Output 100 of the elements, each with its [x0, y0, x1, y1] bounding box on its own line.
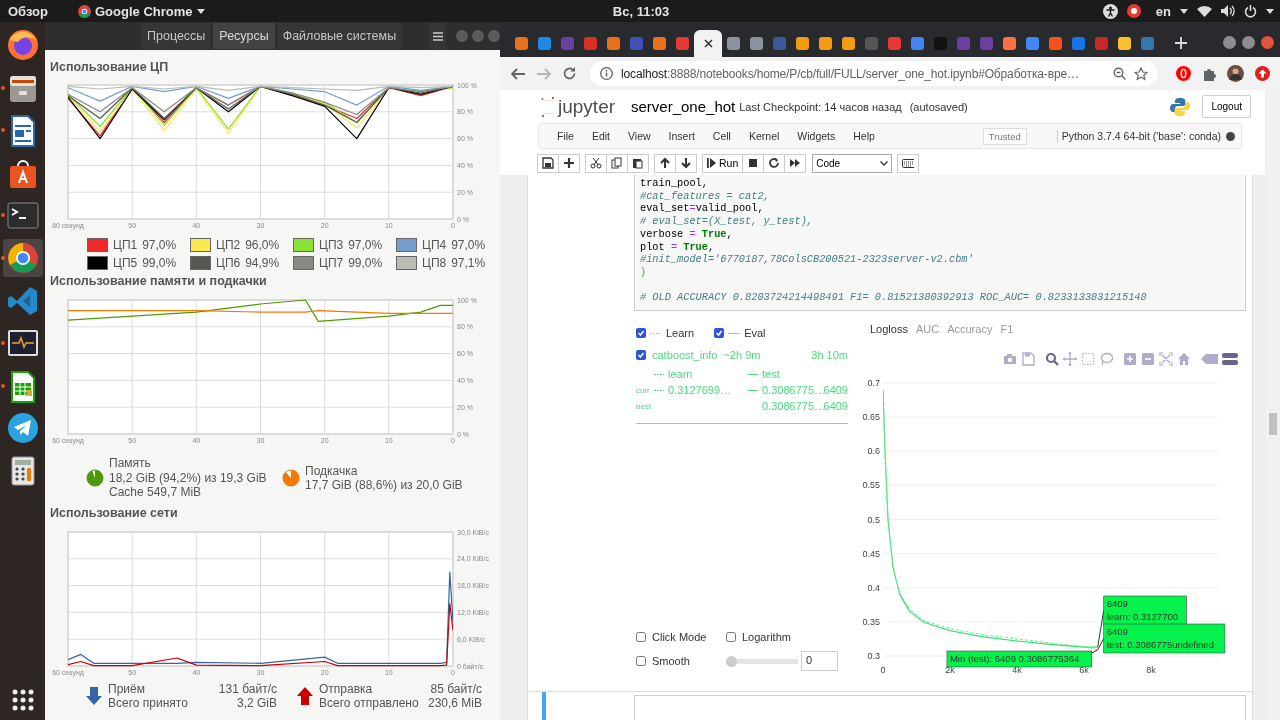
app-menu-button[interactable]: Google Chrome: [78, 3, 205, 19]
menu-button[interactable]: [429, 23, 446, 49]
smooth-slider[interactable]: [726, 655, 798, 667]
legend-value: 97,1%: [451, 256, 486, 271]
line-style-icon: [728, 331, 741, 335]
minimize-button[interactable]: [1223, 36, 1236, 49]
legend-value: 3,2 GiB: [235, 696, 277, 710]
checkbox[interactable]: [714, 328, 725, 338]
checkbox[interactable]: [726, 632, 736, 642]
menu-item[interactable]: Kernel: [739, 130, 789, 142]
menu-item[interactable]: Edit: [582, 130, 619, 142]
avatar-icon[interactable]: [1227, 65, 1244, 82]
legend-value: 94,9%: [245, 256, 280, 271]
url-text: localhost:8888/notebooks/home/P/cb/full/FULL/server_one_hot.ipynb#Обработка-вре…: [621, 66, 1080, 81]
close-button[interactable]: [1261, 36, 1274, 49]
legend-label: ЦП5: [113, 256, 138, 271]
activities-button[interactable]: Обзор: [8, 3, 48, 19]
cell-type-dropdown[interactable]: Code: [812, 153, 893, 173]
star-icon[interactable]: [1134, 66, 1148, 81]
plus-button[interactable]: [558, 153, 580, 173]
magnifier-icon[interactable]: [1045, 352, 1059, 366]
puzzle-icon[interactable]: [1202, 66, 1216, 81]
record-indicator-icon[interactable]: [1126, 4, 1141, 18]
ring-badge-icon[interactable]: [1176, 66, 1191, 81]
info-icon[interactable]: [600, 67, 613, 80]
clipboard-icon: [632, 157, 644, 169]
clipboard-button[interactable]: [627, 153, 649, 173]
tick-label: 0.65: [862, 412, 880, 423]
code-line: # eval_set=(X_test, y_test),: [640, 215, 814, 228]
stop-button[interactable]: [742, 153, 765, 173]
save-button[interactable]: [537, 153, 559, 173]
trusted-indicator[interactable]: Trusted: [982, 127, 1027, 145]
language-indicator[interactable]: en: [1155, 3, 1171, 19]
up-arrow-icon: [659, 157, 671, 169]
fast-forward-button[interactable]: [784, 153, 807, 173]
back-icon[interactable]: [511, 67, 525, 80]
address-bar[interactable]: localhost:8888/notebooks/home/P/cb/full/FULL/server_one_hot.ipynb#Обработка-вре…: [590, 61, 1158, 86]
section-title: Использование ЦП: [50, 59, 170, 76]
kernel-name[interactable]: Python 3.7.4 64-bit ('base': conda): [1056, 130, 1221, 142]
menu-item[interactable]: Help: [844, 130, 884, 142]
metric-tab[interactable]: Logloss: [870, 323, 908, 335]
tick-label: 0.6: [867, 446, 880, 457]
legend-value: 96,0%: [245, 237, 280, 252]
globe-icon[interactable]: [5, 28, 40, 62]
menu-item[interactable]: File: [548, 130, 583, 142]
number-input[interactable]: 0: [801, 651, 838, 671]
run-name: catboost_info: [652, 349, 718, 361]
clock[interactable]: Вс, 11:03: [612, 3, 670, 19]
menu-item[interactable]: View: [619, 130, 660, 142]
empty-code-cell[interactable]: [634, 695, 1246, 720]
power-icon[interactable]: [1244, 4, 1257, 18]
down-arrow-button[interactable]: [675, 153, 697, 173]
zoom-icon[interactable]: [1113, 67, 1126, 80]
line-style-icon: [654, 372, 664, 376]
line-style-icon: [654, 388, 664, 392]
view-tab[interactable]: Процессы: [141, 23, 212, 49]
paper-plane-icon[interactable]: [5, 411, 40, 446]
checkbox[interactable]: [636, 328, 646, 338]
menu-item[interactable]: Insert: [659, 130, 704, 142]
legend-label: ЦП3: [319, 237, 344, 252]
restart-button[interactable]: [763, 153, 786, 173]
close-icon[interactable]: [703, 39, 713, 48]
logout-button[interactable]: Logout: [1202, 95, 1251, 118]
notebook-name[interactable]: server_one_hot: [631, 98, 736, 115]
checkbox[interactable]: [636, 656, 646, 666]
wifi-icon[interactable]: [1197, 5, 1212, 17]
update-icon[interactable]: [1255, 66, 1270, 81]
caret-icon: [1180, 8, 1188, 14]
view-tab[interactable]: Файловые системы: [276, 23, 403, 49]
time-elapsed: 3h 10m: [811, 349, 848, 361]
reload-icon[interactable]: [563, 67, 576, 80]
volume-icon[interactable]: [1221, 5, 1235, 17]
slider-thumb[interactable]: [726, 655, 737, 667]
keyboard-button[interactable]: [897, 153, 920, 173]
ring-logo-icon: [78, 4, 91, 18]
kernel-status-icon: [1226, 131, 1235, 141]
scissors-button[interactable]: [585, 153, 607, 173]
legend-label: Приём: [108, 682, 146, 696]
copy-button[interactable]: [606, 153, 628, 173]
app-grid-icon[interactable]: [11, 689, 34, 711]
checkbox[interactable]: [636, 350, 646, 360]
line-style-icon: [650, 331, 662, 335]
bars-icon[interactable]: [1222, 352, 1239, 366]
checkbox[interactable]: [636, 632, 646, 642]
new-tab-icon[interactable]: [1175, 36, 1187, 49]
option-label: Logarithm: [742, 631, 791, 643]
browser-tab[interactable]: [694, 30, 722, 57]
menu-item[interactable]: Widgets: [788, 130, 845, 142]
menu-item[interactable]: Cell: [703, 130, 740, 142]
scroll-thumb[interactable]: [1269, 413, 1277, 435]
run-button[interactable]: Run: [702, 153, 744, 173]
selected-cell-marker: [542, 692, 546, 720]
legend-value: 131 байт/с: [217, 682, 277, 696]
up-arrow-button[interactable]: [654, 153, 676, 173]
accessibility-icon[interactable]: [1102, 3, 1118, 19]
line-style-icon: [748, 388, 758, 392]
menu-icon: [432, 31, 443, 41]
view-tab[interactable]: Ресурсы: [213, 23, 275, 49]
maximize-button[interactable]: [1242, 36, 1255, 49]
legend-value: 17,7 GiB (88,6%) из 20,0 GiB: [305, 478, 463, 493]
